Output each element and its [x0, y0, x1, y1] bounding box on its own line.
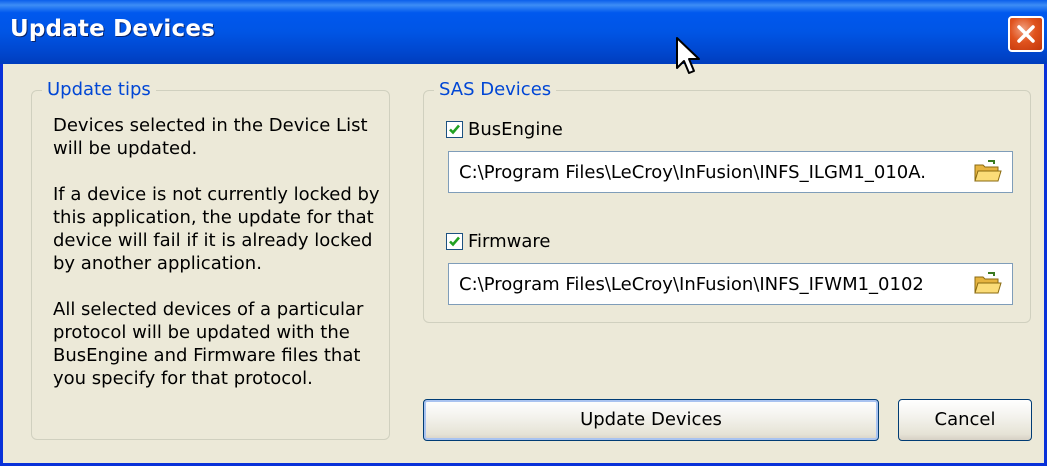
busengine-checkbox[interactable]: [446, 121, 463, 138]
update-tips-legend: Update tips: [42, 79, 156, 100]
firmware-label: Firmware: [468, 231, 551, 252]
title-bar[interactable]: Update Devices: [0, 0, 1047, 64]
firmware-path-value[interactable]: C:\Program Files\LeCroy\InFusion\INFS_IF…: [459, 274, 964, 295]
sas-devices-legend: SAS Devices: [434, 79, 557, 100]
window-title: Update Devices: [10, 16, 216, 42]
update-tips-text: Devices selected in the Device List will…: [53, 114, 383, 413]
update-tips-group: Update tips Devices selected in the Devi…: [31, 79, 390, 440]
sas-devices-group: SAS Devices BusEngine C:\Program Files\L…: [423, 79, 1031, 323]
busengine-checkbox-row[interactable]: BusEngine: [446, 119, 563, 140]
tip-paragraph: If a device is not currently locked by t…: [53, 184, 380, 274]
checkmark-icon: [449, 124, 460, 135]
update-devices-dialog: Update Devices Update tips Devices selec…: [0, 0, 1047, 466]
update-devices-button[interactable]: Update Devices: [423, 399, 879, 441]
busengine-path-value[interactable]: C:\Program Files\LeCroy\InFusion\INFS_IL…: [459, 162, 964, 183]
browse-folder-icon[interactable]: [974, 160, 1002, 184]
cancel-button[interactable]: Cancel: [898, 399, 1032, 441]
firmware-checkbox-row[interactable]: Firmware: [446, 231, 551, 252]
busengine-path-field[interactable]: C:\Program Files\LeCroy\InFusion\INFS_IL…: [448, 151, 1013, 193]
firmware-checkbox[interactable]: [446, 233, 463, 250]
mouse-cursor-icon: [676, 37, 700, 74]
tip-paragraph: All selected devices of a particular pro…: [53, 299, 364, 389]
busengine-label: BusEngine: [468, 119, 563, 140]
firmware-path-field[interactable]: C:\Program Files\LeCroy\InFusion\INFS_IF…: [448, 263, 1013, 305]
tip-paragraph: Devices selected in the Device List will…: [53, 115, 368, 159]
checkmark-icon: [449, 236, 460, 247]
browse-folder-icon[interactable]: [974, 272, 1002, 296]
close-button[interactable]: [1008, 16, 1044, 52]
close-icon: [1017, 25, 1035, 43]
